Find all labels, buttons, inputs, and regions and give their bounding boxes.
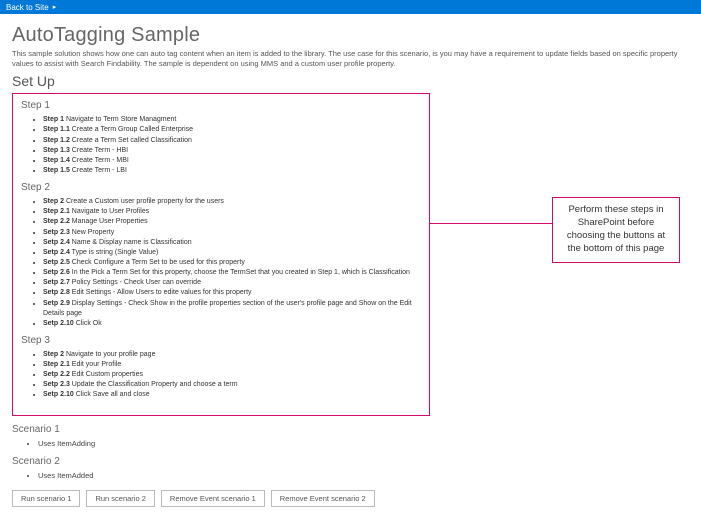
step3-list: Step 2 Navigate to your profile pageStep… xyxy=(21,350,421,401)
step-item-text: Name & Display name is Classification xyxy=(70,239,192,246)
step-item-label: Setp 2.3 xyxy=(43,229,70,236)
step-item: Step 1.4 Create Term - MBI xyxy=(43,156,421,166)
steps-box: Step 1 Step 1 Navigate to Term Store Man… xyxy=(12,93,430,415)
callout-connector xyxy=(430,223,552,224)
step-item: Step 2 Create a Custom user profile prop… xyxy=(43,197,421,207)
scenario2-list: Uses ItemAdded xyxy=(12,471,689,480)
button-row: Run scenario 1 Run scenario 2 Remove Eve… xyxy=(12,490,689,507)
top-bar: Back to Site ▸ xyxy=(0,0,701,14)
step-item-label: Setp 2.5 xyxy=(43,259,70,266)
caret-icon: ▸ xyxy=(53,3,57,11)
step3-heading: Step 3 xyxy=(21,335,421,346)
step-item: Step 1.1 Create a Term Group Called Ente… xyxy=(43,125,421,135)
step-item-text: Edit your Profile xyxy=(70,361,121,368)
step-item-label: Step 2.1 xyxy=(43,361,70,368)
remove-event-scenario-1-button[interactable]: Remove Event scenario 1 xyxy=(161,490,265,507)
step-item: Setp 2.6 In the Pick a Term Set for this… xyxy=(43,268,421,278)
step-item: Setp 2.8 Edit Settings - Allow Users to … xyxy=(43,288,421,298)
scenario1-item: Uses ItemAdding xyxy=(38,439,689,448)
step-item: Step 2.1 Edit your Profile xyxy=(43,360,421,370)
step-item-label: Setp 2.8 xyxy=(43,289,70,296)
step-item-text: Display Settings - Check Show in the pro… xyxy=(43,300,412,317)
step-item-label: Setp 2.4 xyxy=(43,239,70,246)
back-to-site-link[interactable]: Back to Site xyxy=(6,3,49,12)
step-item: Setp 2.4 Type is string (Single Value) xyxy=(43,248,421,258)
step-item-label: Setp 2.10 xyxy=(43,320,74,327)
scenario1-list: Uses ItemAdding xyxy=(12,439,689,448)
remove-event-scenario-2-button[interactable]: Remove Event scenario 2 xyxy=(271,490,375,507)
step-item: Setp 2.3 New Property xyxy=(43,228,421,238)
step-item-text: Create a Term Group Called Enterprise xyxy=(70,126,193,133)
page-title: AutoTagging Sample xyxy=(12,24,689,47)
step-item-text: Create Term - LBI xyxy=(70,167,127,174)
run-scenario-1-button[interactable]: Run scenario 1 xyxy=(12,490,80,507)
step-item-label: Step 1.5 xyxy=(43,167,70,174)
scenario1-heading: Scenario 1 xyxy=(12,424,689,435)
step-item: Setp 2.4 Name & Display name is Classifi… xyxy=(43,238,421,248)
step-item-text: Create Term - MBI xyxy=(70,157,129,164)
step-item-text: Policy Settings - Check User can overrid… xyxy=(70,279,201,286)
step2-heading: Step 2 xyxy=(21,182,421,193)
step-item: Step 2.2 Manage User Properties xyxy=(43,217,421,227)
step-item-label: Step 2.2 xyxy=(43,218,70,225)
step-item-label: Setp 2.3 xyxy=(43,381,70,388)
step-item: Step 1 Navigate to Term Store Managment xyxy=(43,115,421,125)
step-item-label: Setp 2.2 xyxy=(43,371,70,378)
intro-text: This sample solution shows how one can a… xyxy=(12,49,689,69)
step2-list: Step 2 Create a Custom user profile prop… xyxy=(21,197,421,329)
step-item: Step 1.3 Create Term - HBI xyxy=(43,146,421,156)
callout-box: Perform these steps in SharePoint before… xyxy=(552,197,680,262)
step-item-text: Update the Classification Property and c… xyxy=(70,381,238,388)
step-item-text: In the Pick a Term Set for this property… xyxy=(70,269,410,276)
step-item-label: Step 2 xyxy=(43,198,64,205)
step-item-label: Setp 2.10 xyxy=(43,391,74,398)
step-item-label: Step 1 xyxy=(43,116,64,123)
step-item-label: Step 1.1 xyxy=(43,126,70,133)
layout: Step 1 Step 1 Navigate to Term Store Man… xyxy=(12,93,689,415)
step-item-text: Create Term - HBI xyxy=(70,147,128,154)
step-item-label: Step 2.1 xyxy=(43,208,70,215)
step-item-label: Step 1.4 xyxy=(43,157,70,164)
step-item: Step 1.5 Create Term - LBI xyxy=(43,166,421,176)
step-item: Step 1.2 Create a Term Set called Classi… xyxy=(43,136,421,146)
step-item-text: Edit Settings - Allow Users to edite val… xyxy=(70,289,252,296)
step-item-text: Check Configure a Term Set to be used fo… xyxy=(70,259,245,266)
step-item-label: Step 1.3 xyxy=(43,147,70,154)
step-item-text: Navigate to User Profiles xyxy=(70,208,149,215)
step-item-text: Create a Custom user profile property fo… xyxy=(64,198,224,205)
step-item-text: Click Save all and close xyxy=(74,391,150,398)
page-content: AutoTagging Sample This sample solution … xyxy=(0,14,701,515)
step-item-text: Navigate to your profile page xyxy=(64,351,155,358)
step-item-text: Click Ok xyxy=(74,320,102,327)
step-item-text: Create a Term Set called Classification xyxy=(70,137,192,144)
step-item-text: Manage User Properties xyxy=(70,218,148,225)
setup-heading: Set Up xyxy=(12,73,689,89)
step-item: Setp 2.3 Update the Classification Prope… xyxy=(43,380,421,390)
step-item: Setp 2.10 Click Save all and close xyxy=(43,390,421,400)
step-item: Setp 2.9 Display Settings - Check Show i… xyxy=(43,299,421,319)
run-scenario-2-button[interactable]: Run scenario 2 xyxy=(86,490,154,507)
step-item: Setp 2.7 Policy Settings - Check User ca… xyxy=(43,278,421,288)
step-item-text: Navigate to Term Store Managment xyxy=(64,116,176,123)
step1-list: Step 1 Navigate to Term Store ManagmentS… xyxy=(21,115,421,176)
step1-heading: Step 1 xyxy=(21,100,421,111)
scenario2-item: Uses ItemAdded xyxy=(38,471,689,480)
step-item: Step 2 Navigate to your profile page xyxy=(43,350,421,360)
step-item-label: Setp 2.6 xyxy=(43,269,70,276)
step-item: Setp 2.2 Edit Custom properties xyxy=(43,370,421,380)
step-item: Step 2.1 Navigate to User Profiles xyxy=(43,207,421,217)
step-item-text: Type is string (Single Value) xyxy=(70,249,158,256)
step-item: Setp 2.10 Click Ok xyxy=(43,319,421,329)
step-item-text: New Property xyxy=(70,229,114,236)
scenario2-heading: Scenario 2 xyxy=(12,456,689,467)
step-item-label: Setp 2.9 xyxy=(43,300,70,307)
step-item-label: Step 1.2 xyxy=(43,137,70,144)
step-item-text: Edit Custom properties xyxy=(70,371,143,378)
step-item-label: Step 2 xyxy=(43,351,64,358)
step-item-label: Setp 2.4 xyxy=(43,249,70,256)
step-item: Setp 2.5 Check Configure a Term Set to b… xyxy=(43,258,421,268)
step-item-label: Setp 2.7 xyxy=(43,279,70,286)
